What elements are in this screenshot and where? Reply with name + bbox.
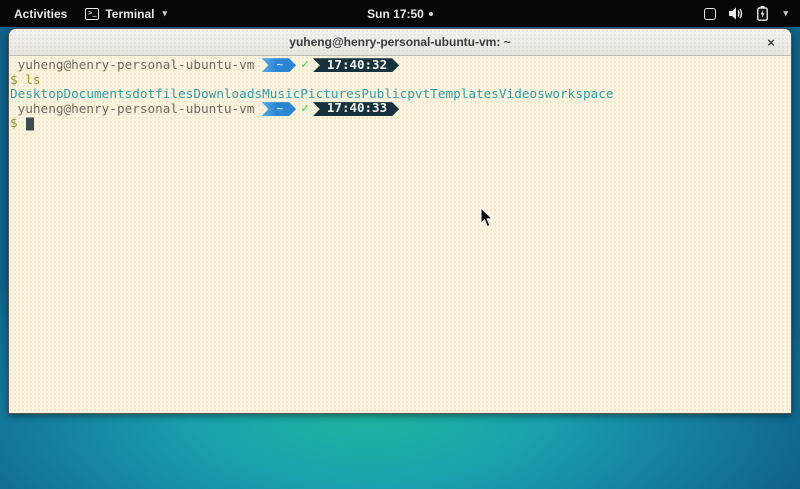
- prompt-user-host: yuheng@henry-personal-ubuntu-vm: [10, 58, 254, 73]
- command-line: $ ls: [10, 73, 790, 88]
- app-menu-terminal[interactable]: >_ Terminal ▾: [85, 7, 167, 21]
- close-icon[interactable]: ×: [759, 29, 783, 56]
- directory-name: Desktop: [10, 87, 63, 102]
- directory-name: Documents: [63, 87, 132, 102]
- prompt-symbol: $: [10, 73, 25, 88]
- top-bar: Activities >_ Terminal ▾ Sun 17:50: [0, 0, 800, 27]
- directory-name: Downloads: [193, 87, 262, 102]
- screen-icon: [704, 8, 716, 20]
- desktop-wallpaper: Activities >_ Terminal ▾ Sun 17:50: [0, 0, 800, 489]
- prompt-user-host: yuheng@henry-personal-ubuntu-vm: [10, 102, 254, 117]
- prompt-symbol: $: [10, 116, 25, 131]
- directory-name: Pictures: [300, 87, 361, 102]
- clock[interactable]: Sun 17:50: [367, 7, 424, 21]
- directory-name: pvt: [407, 87, 430, 102]
- status-chevron-down-icon: ▾: [783, 8, 788, 19]
- app-menu-label: Terminal: [105, 7, 154, 21]
- directory-name: Videos: [499, 87, 545, 102]
- directory-name: workspace: [545, 87, 614, 102]
- battery-charging-icon: [757, 6, 768, 21]
- window-titlebar[interactable]: yuheng@henry-personal-ubuntu-vm: ~ ×: [9, 29, 791, 56]
- ls-output-line: Desktop Documents dotfiles Downloads Mus…: [10, 87, 790, 102]
- activities-button[interactable]: Activities: [10, 7, 71, 21]
- terminal-cursor: [26, 118, 34, 131]
- prompt-cwd-segment: ~: [261, 102, 296, 116]
- terminal-icon: >_: [85, 8, 99, 20]
- prompt-status-check-icon: ✓: [301, 58, 309, 73]
- prompt-time-segment: 17:40:33: [313, 102, 399, 116]
- prompt-line-2: yuheng@henry-personal-ubuntu-vm ~ ✓ 17:4…: [10, 102, 790, 117]
- prompt-status-check-icon: ✓: [301, 102, 309, 117]
- directory-name: Music: [262, 87, 300, 102]
- directory-name: Templates: [430, 87, 499, 102]
- prompt-cwd-segment: ~: [261, 58, 296, 72]
- terminal-content[interactable]: yuheng@henry-personal-ubuntu-vm ~ ✓ 17:4…: [9, 56, 791, 414]
- directory-name: dotfiles: [132, 87, 193, 102]
- input-line: $: [10, 116, 790, 131]
- system-status-area[interactable]: ▾: [696, 0, 800, 27]
- prompt-time-segment: 17:40:32: [313, 58, 399, 72]
- terminal-window: yuheng@henry-personal-ubuntu-vm: ~ × yuh…: [8, 28, 792, 414]
- directory-name: Public: [361, 87, 407, 102]
- command-text: ls: [25, 73, 40, 88]
- window-title: yuheng@henry-personal-ubuntu-vm: ~: [289, 35, 510, 49]
- chevron-down-icon: ▾: [162, 8, 167, 19]
- volume-icon: [729, 7, 744, 20]
- prompt-line-1: yuheng@henry-personal-ubuntu-vm ~ ✓ 17:4…: [10, 58, 790, 73]
- notification-dot-icon: [429, 12, 433, 16]
